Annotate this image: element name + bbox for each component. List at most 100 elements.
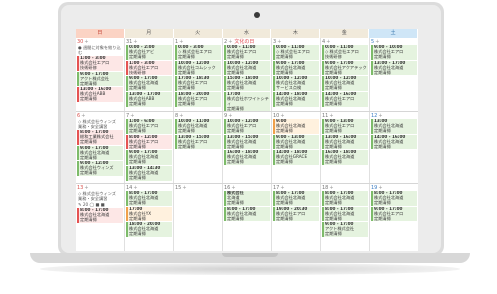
calendar-event[interactable]: 15:00 - 18:00 株式会社北海道 定期清掃 (224, 76, 270, 92)
calendar-day-cell[interactable]: 16+ 株式会社 北海道 定期清掃 8:00 - 17:00 株式会社北海道 定期清… (223, 184, 272, 251)
calendar-event[interactable]: 9:00 - 17:00 アクト株式会社 定期清掃 (77, 71, 123, 87)
calendar-event[interactable]: 0:00 - 11:00 ◇ 株式会社エアロ 定期清掃 (273, 45, 319, 60)
calendar-day-cell[interactable]: 5+ 9:00 - 10:00 株式会社エアロ 定期清掃 13:00 - 17:00… (370, 38, 418, 111)
calendar-event[interactable]: 8:00 - 17:00 株式会社北海道 定期清掃 (224, 206, 270, 222)
event-time: 9:00 - 17:00 (325, 60, 354, 65)
calendar-event[interactable]: 13:00 - 14:30 株式会社北海道 定期清掃 (126, 166, 172, 181)
calendar-event[interactable]: 14:00 - 16:00 株式会社北海道 定期清掃 (371, 134, 417, 150)
calendar-event[interactable]: 9:00 - 12:00 株式会社ウィンズ 定期清掃 (77, 161, 123, 177)
calendar-event[interactable]: 9:00 - 17:00 株式会社北海道 定期清掃 (126, 76, 172, 92)
event-time: 17:00 (227, 92, 241, 97)
calendar-day-cell[interactable]: 1+ 0:00 - 3:00 ◇ 株式会社エアロ 定期清掃 10:00 - 12:0… (174, 38, 223, 111)
calendar-day-cell[interactable]: 12+ 13:00 株式会社北海道 定期清掃 14:00 - 16:00 株式会社北… (370, 112, 418, 183)
calendar-day-cell[interactable]: 4+ 0:00 - 11:00 ◇ 株式会社エアロ 技術研修 9:00 - 17:0… (321, 38, 370, 111)
calendar-event[interactable]: 17:00 株式会社YX 定期清掃 (126, 206, 172, 222)
calendar-event[interactable]: 9:00 - 13:00 株式会社エアロ 定期清掃 (322, 119, 368, 134)
event-time: 株式会社 (227, 191, 244, 195)
calendar-day-cell[interactable]: 2+ 文化の日 0:00 - 11:00 株式会社エアロ 定期清掃 10:00 - 1… (223, 38, 272, 111)
calendar-event[interactable]: 14:00 - 18:00 株式会社GRACE 定期清掃 (273, 150, 319, 166)
event-time: 10:00 - 12:00 (227, 60, 259, 65)
event-time: 13:00 - 15:00 (227, 134, 259, 139)
calendar-event[interactable]: 9:00 - 17:00 株式会社アクアテック 定期清掃 (322, 60, 368, 76)
calendar-event[interactable]: 18:00 - 20:00 株式会社エアロ 定期清掃 (175, 92, 221, 107)
calendar-event[interactable]: 9:00 - 10:00 株式会社エアロ 定期清掃 (371, 45, 417, 60)
calendar-event[interactable]: 0:00 - 3:00 ◇ 株式会社エアロ 定期清掃 (175, 45, 221, 60)
calendar-event[interactable]: 14:00 - 16:00 株式会社エアロ 定期清掃 (322, 92, 368, 107)
calendar-day-cell[interactable]: 9+ 10:00 - 12:00 株式会社エアロ 定期清掃 13:00 - 15:0… (223, 112, 272, 183)
event-time: 9:00 - 10:00 (374, 45, 403, 49)
day-number: 15+ (175, 185, 221, 191)
calendar-event[interactable]: 8:00 - 17:00 株式会社北海道 定期清掃 (322, 206, 368, 222)
calendar-event[interactable]: 株式会社 北海道 定期清掃 (224, 191, 270, 206)
calendar-day-cell[interactable]: 19+ 8:00 - 17:00 株式会社北海道 定期清掃 9:00 - 17:00… (370, 184, 418, 251)
calendar-day-cell[interactable]: 8+ 10:00 - 11:00 株式会社北海道 定期清掃 13:00 - 15:0… (174, 112, 223, 183)
weekday-header-fri: 金 (320, 29, 370, 38)
event-time: 14:00 - 16:00 (325, 92, 357, 97)
calendar-event[interactable]: 8:00 - 17:00 総和工業株式会社 定期清掃 (77, 130, 123, 145)
calendar-day-cell[interactable]: 10+ 9:00 株式会社北海道 定期清掃 9:00 - 13:00 株式会社北海道… (272, 112, 321, 183)
calendar-event[interactable]: 16:00 - 18:00 株式会社北海道 定期清掃 (322, 150, 368, 166)
calendar-event[interactable]: 10:00 - 12:00 株式会社コムシック 定期清掃 (175, 60, 221, 76)
calendar-event[interactable]: 10:00 - 12:00 株式会社北海道 定期清掃 (322, 76, 368, 92)
event-time: 9:00 - 13:00 (276, 134, 305, 139)
calendar-event[interactable]: 13:00 - 16:00 株式会社北海道 定期清掃 (322, 134, 368, 150)
calendar-event[interactable]: 17:00 株式会社ホワイトシティ 定期清掃 (224, 92, 270, 111)
calendar-week-row: 13+ ◇ 株式会社ウィンズ 業務・安全講習 ✎ 20 ◯ ■ ■ 8:00 - 17… (76, 184, 418, 251)
day-note[interactable]: ✎ 20 ◯ ■ ■ (77, 202, 123, 207)
calendar-event[interactable]: 17:00 - 18:30 株式会社エアロ 定期清掃 (175, 76, 221, 92)
calendar-event[interactable]: 8:00 - 17:00 株式会社北海道 定期清掃 (273, 191, 319, 206)
event-time: 8:00 - 17:00 (374, 191, 403, 195)
calendar-event[interactable]: 18:00 - 20:00 株式会社北海道 定期清掃 (126, 222, 172, 238)
calendar-event[interactable]: 10:00 - 12:00 株式会社エアロ 定期清掃 (224, 119, 270, 134)
calendar-event[interactable]: 9:00 - 17:00 株式会社北海道 定期清掃 (77, 145, 123, 161)
calendar-event[interactable]: 9:00 - 17:00 株式会社北海道 定期清掃 (126, 150, 172, 166)
calendar-event[interactable]: 16:00 - 18:00 株式会社北海道 定期清掃 (224, 150, 270, 166)
calendar-event[interactable]: 9:00 - 17:00 株式会社エアロ 定期清掃 (371, 206, 417, 222)
day-note[interactable]: ◇ 株式会社ウィンズ 業務・安全講習 (77, 191, 123, 201)
calendar-event[interactable]: 13:00 株式会社北海道 定期清掃 (371, 119, 417, 134)
calendar-day-cell[interactable]: 31+ 0:00 - 2:00 株式会社アビ 定期清掃 1:00 - 3:00 株式… (125, 38, 174, 111)
calendar-day-cell[interactable]: 15+ (174, 184, 223, 251)
calendar-event[interactable]: 0:00 - 2:00 株式会社アビ 定期清掃 (126, 45, 172, 60)
calendar-day-cell[interactable]: 11+ 9:00 - 13:00 株式会社エアロ 定期清掃 13:00 - 16:0… (321, 112, 370, 183)
calendar-event[interactable]: 13:00 - 17:00 株式会社北海道 定期清掃 (371, 60, 417, 76)
calendar-event[interactable]: 8:00 - 12:00 株式会社エアロ 定期清掃 (126, 134, 172, 150)
calendar-event[interactable]: 9:00 - 17:00 株式会社北海道 定期清掃 (273, 60, 319, 76)
calendar-event[interactable]: 9:00 - 13:00 株式会社北海道 定期清掃 (273, 134, 319, 150)
calendar-event[interactable]: 10:00 - 11:00 株式会社北海道 定期清掃 (175, 119, 221, 134)
calendar-day-cell[interactable]: 30+ ● 週間に対象を絞り込む 1:00 - 3:00 株式会社エアロ 技術研修 9… (76, 38, 125, 111)
calendar-event[interactable]: 10:00 - 12:00 株式会社北海道 サービス点検 (273, 76, 319, 92)
calendar-event[interactable]: 13:00 - 17:00 株式会社ABB 定期清掃 (126, 92, 172, 107)
calendar-event[interactable]: 1:00 - 3:00 株式会社エアロ 技術研修 (77, 56, 123, 71)
calendar-event[interactable]: 10:00 - 12:00 株式会社北海道 定期清掃 (224, 60, 270, 76)
calendar-event[interactable]: 0:00 - 11:00 ◇ 株式会社エアロ 技術研修 (322, 45, 368, 60)
calendar-event[interactable]: 8:00 - 17:00 株式会社北海道 定期清掃 (322, 191, 368, 206)
laptop-base-notch (222, 253, 278, 257)
calendar-day-cell[interactable]: 18+ 8:00 - 17:00 株式会社北海道 定期清掃 8:00 - 17:00… (321, 184, 370, 251)
calendar-day-cell[interactable]: 3+ 0:00 - 11:00 ◇ 株式会社エアロ 定期清掃 9:00 - 17:0… (272, 38, 321, 111)
calendar-event[interactable]: 14:00 - 18:00 株式会社北海道 定期清掃 (273, 92, 319, 107)
add-event-icon[interactable]: + (182, 185, 186, 191)
day-note[interactable]: ● 週間に対象を絞り込む (77, 45, 123, 55)
calendar-event[interactable]: 1:00 - 3:00 株式会社エアロ 技術研修 (126, 60, 172, 76)
calendar-event[interactable]: 8:00 - 17:00 株式会社北海道 定期清掃 (77, 208, 123, 223)
calendar-event[interactable]: 0:00 - 11:00 株式会社エアロ 定期清掃 (224, 45, 270, 60)
calendar-day-cell[interactable]: 17+ 8:00 - 17:00 株式会社北海道 定期清掃 19:00 - 20:3… (272, 184, 321, 251)
calendar-day-cell[interactable]: 6+ ◇ 株式会社ウィンズ 業務・安全講習 8:00 - 17:00 総和工業株式会… (76, 112, 125, 183)
calendar-day-cell[interactable]: 13+ ◇ 株式会社ウィンズ 業務・安全講習 ✎ 20 ◯ ■ ■ 8:00 - 17… (76, 184, 125, 251)
calendar-event[interactable]: 13:00 - 15:00 株式会社エアロ 定期清掃 (175, 134, 221, 150)
calendar-day-cell[interactable]: 14+ 8:00 - 17:00 株式会社北海道 定期清掃 17:00 株式会社YX… (125, 184, 174, 251)
calendar-event[interactable]: 9:00 - 17:00 アクト株式会社 定期清掃 (322, 222, 368, 238)
calendar-event[interactable]: 1:00 - 6:00 株式会社エアロ 定期清掃 (126, 119, 172, 134)
event-time: 14:00 - 16:00 (374, 134, 406, 139)
event-time: 8:00 - 17:00 (325, 206, 354, 211)
calendar-event[interactable]: 13:00 - 16:00 株式会社ABB 定期清掃 (77, 87, 123, 103)
calendar-event[interactable]: 9:00 株式会社北海道 定期清掃 (273, 119, 319, 134)
day-note[interactable]: ◇ 株式会社ウィンズ 業務・安全講習 (77, 119, 123, 129)
calendar-event[interactable]: 19:00 - 20:30 株式会社エアロ 定期清掃 (273, 206, 319, 222)
event-time: 8:00 - 17:00 (80, 208, 109, 212)
calendar-event[interactable]: 8:00 - 17:00 株式会社北海道 定期清掃 (126, 191, 172, 206)
calendar-event[interactable]: 13:00 - 15:00 株式会社北海道 定期清掃 (224, 134, 270, 150)
calendar-event[interactable]: 8:00 - 17:00 株式会社北海道 定期清掃 (371, 191, 417, 206)
calendar-day-cell[interactable]: 7+ 1:00 - 6:00 株式会社エアロ 定期清掃 8:00 - 12:00 株… (125, 112, 174, 183)
